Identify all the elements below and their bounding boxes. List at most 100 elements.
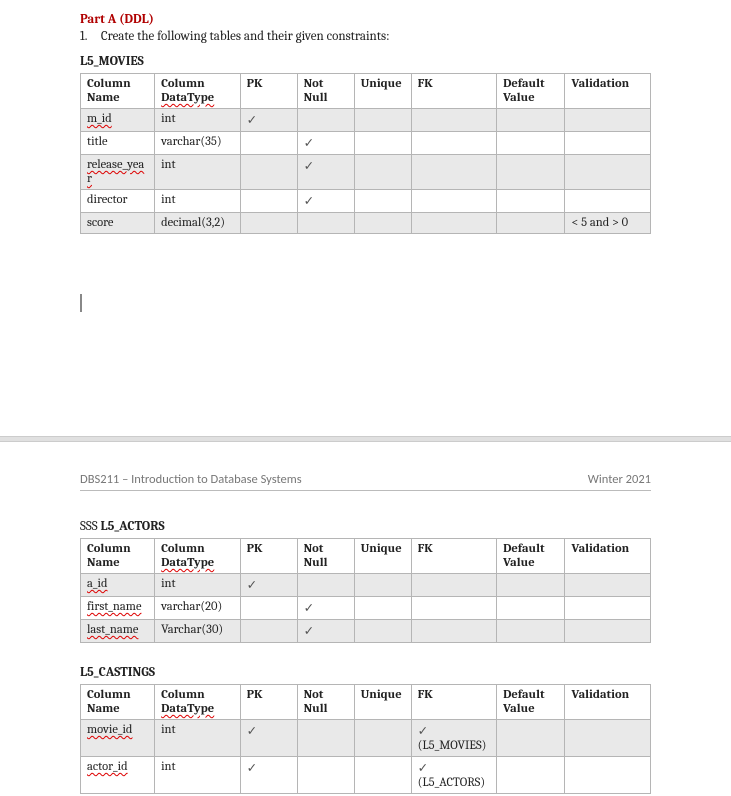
th-datatype: DataType	[161, 702, 214, 716]
cell-notnull: ✓	[297, 132, 354, 155]
cell-validation	[565, 132, 651, 155]
cell-notnull: ✓	[297, 620, 354, 643]
th: Validation	[565, 685, 651, 720]
th: Default Value	[497, 685, 565, 720]
th-datatype: DataType	[161, 91, 214, 105]
movies-tbody: m_idint✓titlevarchar(35)✓release_yearint…	[81, 109, 651, 234]
part-a-title: Part A (DDL)	[80, 12, 651, 27]
th: Unique	[354, 685, 411, 720]
cell-default	[497, 213, 565, 234]
cell-default	[497, 109, 565, 132]
cell-name: score	[81, 213, 155, 234]
th: Not Null	[297, 539, 354, 574]
th-datatype: DataType	[161, 556, 214, 570]
cell-default	[497, 132, 565, 155]
table-row: directorint ✓	[81, 190, 651, 213]
th: Column Name	[81, 539, 155, 574]
cell-type: int	[155, 574, 241, 597]
cell-fk: ✓(L5_MOVIES)	[411, 720, 497, 757]
table-row: movie_idint✓✓(L5_MOVIES)	[81, 720, 651, 757]
cell-fk	[411, 597, 497, 620]
cell-default	[497, 155, 565, 190]
th: FK	[411, 539, 497, 574]
cell-fk	[411, 155, 497, 190]
cell-type: int	[155, 720, 241, 757]
cell-notnull: ✓	[297, 190, 354, 213]
actors-caption-text: L5_ACTORS	[101, 519, 165, 534]
table-row: m_idint✓	[81, 109, 651, 132]
cell-name: a_id	[81, 574, 155, 597]
cell-name: title	[81, 132, 155, 155]
cell-type: varchar(35)	[155, 132, 241, 155]
cell-type: int	[155, 757, 241, 794]
cell-fk	[411, 109, 497, 132]
th: Unique	[354, 74, 411, 109]
table-row: titlevarchar(35) ✓	[81, 132, 651, 155]
header-right: Winter 2021	[588, 472, 651, 487]
header-left: DBS211 – Introduction to Database System…	[80, 472, 302, 487]
actors-tbody: a_idint✓first_namevarchar(20)✓last_nameV…	[81, 574, 651, 643]
actors-caption: SSS L5_ACTORS	[80, 519, 651, 534]
cell-type: decimal(3,2)	[155, 213, 241, 234]
th: Validation	[565, 74, 651, 109]
cell-pk	[240, 132, 297, 155]
cell-unique	[354, 132, 411, 155]
cell-default	[497, 720, 565, 757]
cell-unique	[354, 597, 411, 620]
th: Unique	[354, 539, 411, 574]
cell-fk	[411, 190, 497, 213]
th: Column DataType	[155, 685, 241, 720]
cell-fk: ✓(L5_ACTORS)	[411, 757, 497, 794]
table-row: scoredecimal(3,2)< 5 and > 0	[81, 213, 651, 234]
cell-type: int	[155, 109, 241, 132]
th: Column DataType	[155, 539, 241, 574]
cell-pk	[240, 190, 297, 213]
cell-fk	[411, 213, 497, 234]
th: Validation	[565, 539, 651, 574]
cell-default	[497, 574, 565, 597]
table-row: first_namevarchar(20)✓	[81, 597, 651, 620]
page-1: Part A (DDL) 1. Create the following tab…	[0, 0, 731, 436]
cell-notnull: ✓	[297, 597, 354, 620]
th: PK	[240, 539, 297, 574]
movies-caption: L5_MOVIES	[80, 54, 651, 69]
th: FK	[411, 74, 497, 109]
th: FK	[411, 685, 497, 720]
movies-table: Column NameColumn DataTypePKNot NullUniq…	[80, 73, 651, 234]
cell-pk	[240, 597, 297, 620]
th: Column Name	[81, 74, 155, 109]
cell-unique	[354, 190, 411, 213]
cell-validation	[565, 720, 651, 757]
cell-pk: ✓	[240, 109, 297, 132]
cell-fk	[411, 620, 497, 643]
cell-unique	[354, 720, 411, 757]
cell-validation	[565, 757, 651, 794]
cell-pk	[240, 155, 297, 190]
text-cursor	[80, 294, 82, 312]
cell-unique	[354, 155, 411, 190]
castings-table: Column NameColumn DataTypePKNot NullUniq…	[80, 684, 651, 794]
cell-pk	[240, 213, 297, 234]
cell-pk: ✓	[240, 757, 297, 794]
cell-name: director	[81, 190, 155, 213]
cell-type: int	[155, 190, 241, 213]
cell-notnull	[297, 109, 354, 132]
actors-thead: Column NameColumn DataTypePKNot NullUniq…	[81, 539, 651, 574]
cell-fk	[411, 574, 497, 597]
cell-type: Varchar(30)	[155, 620, 241, 643]
table-row: release_yearint✓	[81, 155, 651, 190]
cell-unique	[354, 757, 411, 794]
th: Not Null	[297, 74, 354, 109]
castings-thead: Column NameColumn DataTypePKNot NullUniq…	[81, 685, 651, 720]
cell-unique	[354, 574, 411, 597]
table-row: last_nameVarchar(30)✓	[81, 620, 651, 643]
cell-validation	[565, 190, 651, 213]
cell-pk	[240, 620, 297, 643]
instruction-1-num: 1.	[80, 29, 98, 44]
instruction-1: 1. Create the following tables and their…	[80, 29, 651, 44]
cell-name: m_id	[81, 109, 155, 132]
cell-notnull	[297, 574, 354, 597]
th: Default Value	[497, 539, 565, 574]
cell-unique	[354, 213, 411, 234]
cell-pk: ✓	[240, 720, 297, 757]
